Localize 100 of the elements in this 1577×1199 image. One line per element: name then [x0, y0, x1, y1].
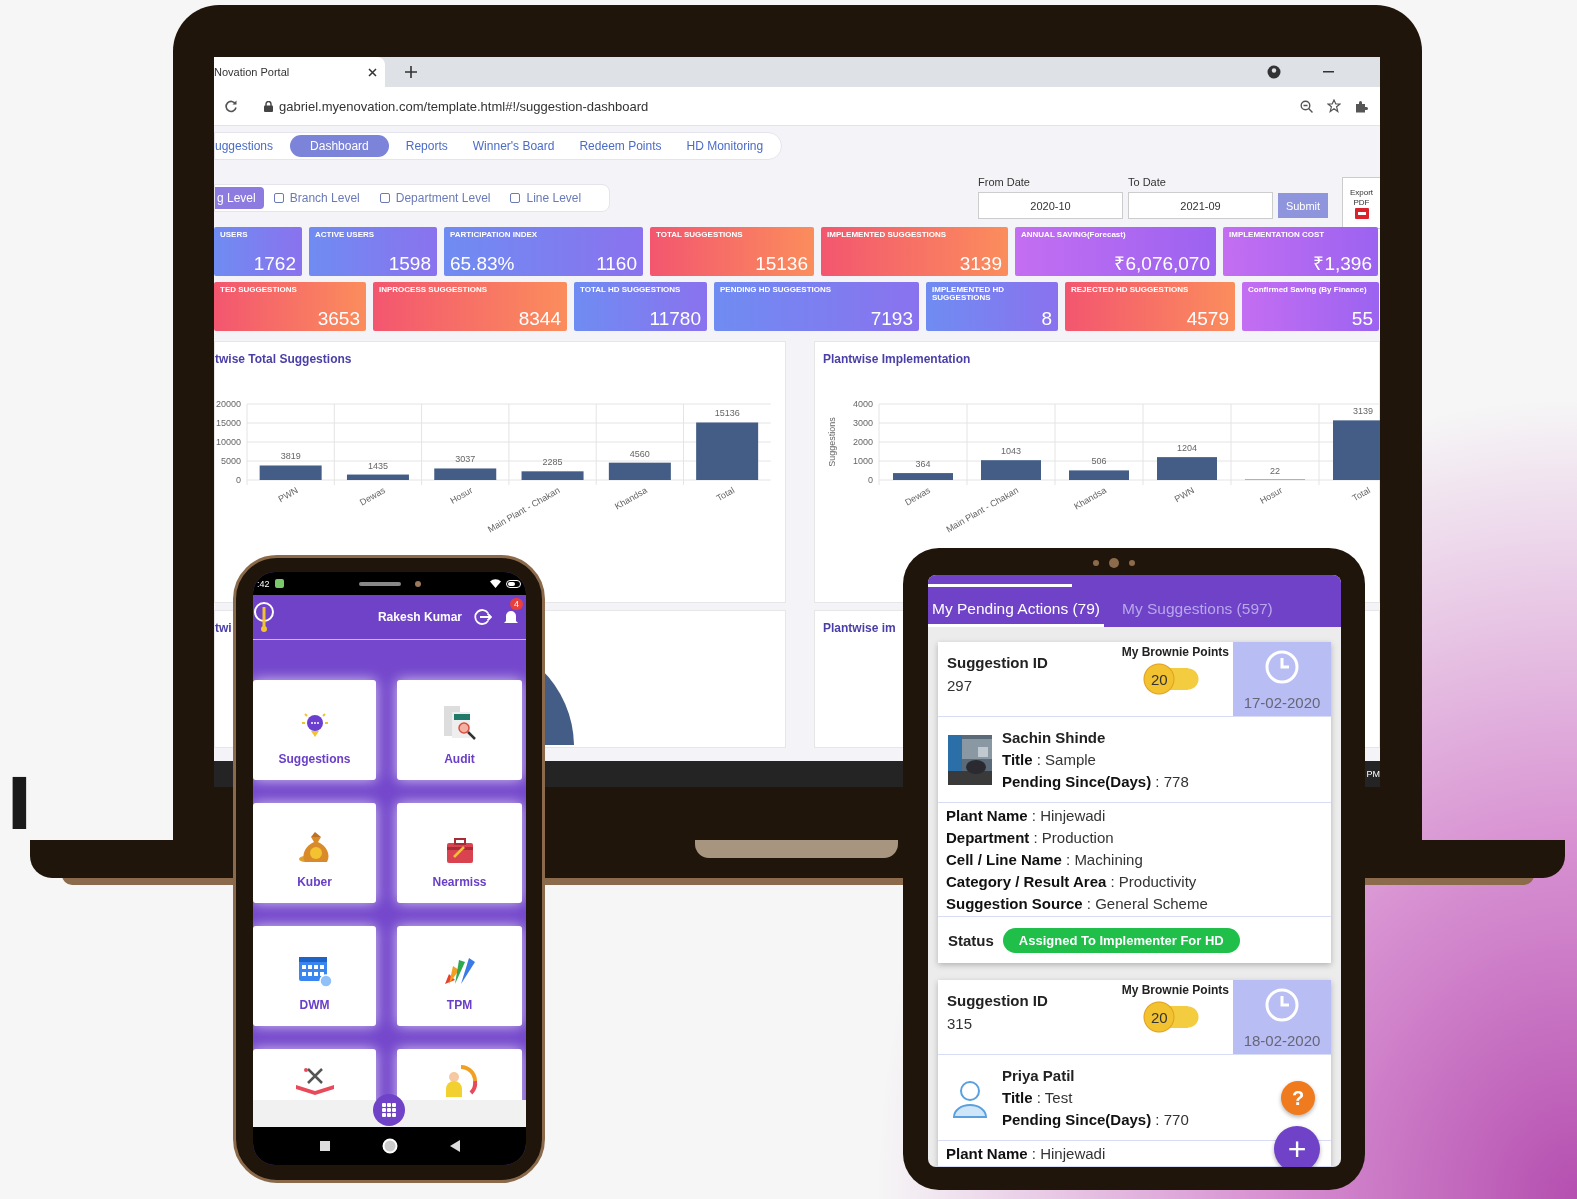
tab[interactable]: My Pending Actions (79)	[928, 594, 1104, 627]
from-date-field[interactable]: 2020-10	[978, 192, 1123, 219]
y-tick-label: 2000	[852, 437, 873, 447]
module-tile[interactable]: DWM	[253, 926, 376, 1026]
notification-badge: 4	[510, 598, 523, 610]
chart-title: twi	[215, 621, 232, 635]
date: 18-02-2020	[1243, 1032, 1321, 1049]
user-name: Rakesh Kumar	[377, 610, 462, 624]
detail-row: Plant Name : Hinjewadi	[946, 1145, 1106, 1162]
to-date-label: To Date	[1128, 176, 1167, 188]
module-tile[interactable]: Audit	[397, 680, 522, 780]
x-tick-label: PWN	[276, 485, 300, 505]
nav-tab[interactable]: Winner's Board	[464, 135, 563, 157]
stat-label: Confirmed Saving (By Finance)	[1248, 286, 1368, 294]
nav-tab[interactable]: HD Monitoring	[678, 135, 772, 157]
detail-row: Suggestion Source : General Scheme	[946, 895, 1208, 912]
stat-label: PENDING HD SUGGESTIONS	[720, 286, 833, 294]
stat-label: IMPLEMENTATION COST	[1229, 231, 1326, 239]
y-tick-label: 4000	[852, 399, 873, 409]
brand-letter: I	[6, 762, 33, 846]
x-tick-label: PWN	[1172, 485, 1196, 505]
data-label: 1043	[1001, 446, 1021, 457]
nav-tab[interactable]: uggestions	[215, 135, 282, 157]
y-tick-label: 1000	[852, 456, 873, 466]
x-tick-label: Total	[1350, 485, 1372, 504]
y-tick-label: 10000	[215, 437, 241, 447]
pending-days: Pending Since(Days) : 778	[1002, 773, 1189, 790]
level-option[interactable]: g Level	[215, 187, 264, 209]
y-tick-label: 20000	[215, 399, 241, 409]
data-label: 506	[1091, 456, 1107, 467]
stat-value: 8	[1041, 309, 1052, 328]
y-tick-label: 0	[236, 475, 241, 485]
points-badge: 20	[1143, 663, 1199, 695]
y-axis-title: Suggestions	[827, 417, 837, 467]
status-time: :42	[257, 578, 270, 589]
data-label: 3139	[1353, 406, 1373, 417]
stat-label: INPROCESS SUGGESTIONS	[379, 286, 489, 294]
data-label: 22	[1270, 465, 1280, 476]
data-label: 4560	[629, 448, 650, 459]
level-option[interactable]: Department Level	[395, 191, 491, 205]
module-tile[interactable]: Kuber	[253, 803, 376, 903]
nav-tab[interactable]: Dashboard	[290, 135, 389, 157]
status-badge: Assigned To Implementer For HD	[1002, 927, 1240, 953]
stat-label: ACTIVE USERS	[315, 231, 376, 239]
stat-label: ANNUAL SAVING(Forecast)	[1021, 231, 1127, 239]
stat-label: TED SUGGESTIONS	[220, 286, 298, 294]
suggestion-id: 315	[947, 1015, 974, 1032]
chart-title: Plantwise im	[823, 621, 896, 635]
stat-value: 1160	[596, 254, 637, 273]
chart-title: twise Total Suggestions	[215, 352, 352, 366]
stat-value: 1598	[388, 254, 431, 273]
module-tile[interactable]: TPM	[397, 926, 522, 1026]
stat-label: REJECTED HD SUGGESTIONS	[1071, 286, 1190, 294]
export-format: PDF	[1353, 197, 1370, 207]
data-label: 1204	[1177, 443, 1197, 454]
export-button[interactable]: Export PDF	[1342, 177, 1380, 229]
data-label: 3819	[280, 451, 301, 462]
person-name: Sachin Shinde	[1002, 729, 1107, 746]
nav-tab[interactable]: Redeem Points	[571, 135, 670, 157]
stat-label: TOTAL SUGGESTIONS	[656, 231, 744, 239]
stat-value: 3139	[959, 254, 1002, 273]
y-tick-label: 5000	[220, 456, 241, 466]
points-label: My Brownie Points	[1121, 645, 1229, 659]
stat-label: IMPLEMENTED HD SUGGESTIONS	[932, 286, 1005, 302]
person-name: Priya Patil	[1002, 1067, 1076, 1084]
data-label: 3037	[455, 454, 476, 465]
export-label: Export	[1349, 187, 1374, 197]
stat-label: PARTICIPATION INDEX	[450, 231, 539, 239]
address-bar[interactable]: gabriel.myenovation.com/template.html#!/suggestion-dashboard	[279, 98, 649, 114]
detail-row: Category / Result Area : Productivity	[946, 873, 1197, 890]
points-label: My Brownie Points	[1121, 983, 1229, 997]
detail-row: Plant Name : Hinjewadi	[946, 807, 1106, 824]
level-option[interactable]: Line Level	[526, 191, 582, 205]
stat-label: TOTAL HD SUGGESTIONS	[580, 286, 682, 294]
nav-tab[interactable]: Reports	[397, 135, 456, 157]
suggestion-id-label: Suggestion ID	[947, 992, 1049, 1009]
stat-label: IMPLEMENTED SUGGESTIONS	[827, 231, 948, 239]
stat-value: ₹6,076,070	[1114, 254, 1210, 273]
stat-value: ₹1,396	[1313, 254, 1372, 273]
y-tick-label: 15000	[215, 418, 241, 428]
stat-value: 8344	[518, 309, 561, 328]
stat-value: 65.83%	[450, 254, 515, 273]
stat-value: 4579	[1186, 309, 1229, 328]
data-label: 364	[915, 459, 931, 470]
from-date-label: From Date	[978, 176, 1031, 188]
stat-value: 1762	[253, 254, 296, 273]
points-badge: 20	[1143, 1001, 1199, 1033]
chart-title: Plantwise Implementation	[823, 352, 971, 366]
stat-value: 11780	[649, 309, 701, 328]
module-tile[interactable]: Suggestions	[253, 680, 376, 780]
data-label: 1435	[367, 460, 388, 471]
module-tile[interactable]: Nearmiss	[397, 803, 522, 903]
level-option[interactable]: Branch Level	[289, 191, 360, 205]
detail-row: Department : Production	[946, 829, 1114, 846]
suggestion-title: Title : Test	[1002, 1089, 1074, 1106]
to-date-field[interactable]: 2021-09	[1128, 192, 1273, 219]
x-tick-label: Total	[714, 485, 737, 504]
stat-label: USERS	[220, 231, 249, 239]
browser-tab[interactable]: Novation Portal	[214, 57, 385, 87]
y-tick-label: 0	[868, 475, 873, 485]
